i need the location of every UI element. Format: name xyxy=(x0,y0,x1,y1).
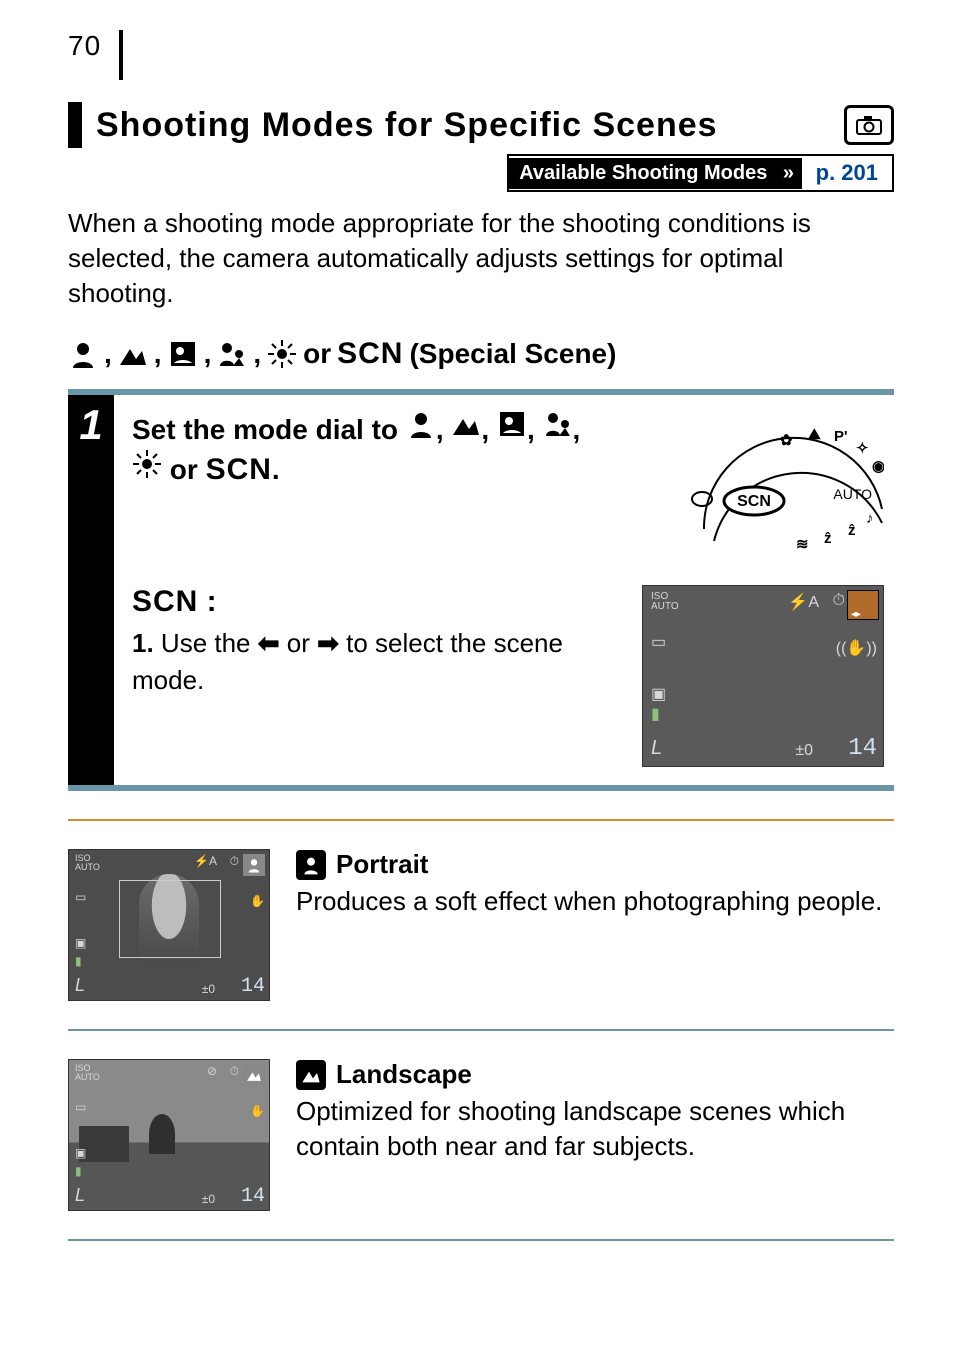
portrait-mode-badge-icon xyxy=(243,854,265,876)
drive-single-icon: ▭ xyxy=(75,1100,86,1114)
svg-text:ẑ: ẑ xyxy=(824,530,832,547)
shots-remaining: 14 xyxy=(241,975,265,998)
portrait-description-row: ISO AUTO ⚡A ⏱ ▭ ✋ ▣ ▮ L ±0 14 Portrait P… xyxy=(68,849,894,1001)
svg-text:♪: ♪ xyxy=(866,510,874,527)
portrait-name: Portrait xyxy=(336,849,428,880)
portrait-icon xyxy=(296,850,326,880)
svg-text:⛰: ⛰ xyxy=(807,426,821,443)
svg-text:✿: ✿ xyxy=(780,432,793,449)
kids-pets-icon xyxy=(543,409,573,439)
iso-auto-icon: ISO AUTO xyxy=(651,592,679,612)
page-number-block: 70 xyxy=(68,30,894,80)
available-modes-link[interactable]: Available Shooting Modes » p. 201 xyxy=(507,154,894,192)
scn-heading: SCN xyxy=(132,585,198,618)
night-snapshot-icon xyxy=(168,339,198,369)
image-size-L-icon: L xyxy=(651,737,662,760)
drive-single-icon: ▭ xyxy=(75,890,86,904)
svg-text:◉: ◉ xyxy=(872,458,884,475)
modes-heading-tail: (Special Scene) xyxy=(409,338,616,370)
battery-icon: ▮ xyxy=(75,1164,82,1178)
self-timer-icon: ⏱ xyxy=(230,854,239,869)
drive-single-icon: ▭ xyxy=(651,632,666,652)
exposure-comp-indicator: ±0 xyxy=(202,982,215,996)
exposure-comp-indicator: ±0 xyxy=(795,742,813,760)
available-modes-page-ref: p. 201 xyxy=(802,156,892,190)
portrait-icon xyxy=(68,339,98,369)
lcd-preview-figure: ISO AUTO ⚡A ⏱ ▭ ((✋)) ▣ ▮ L ±0 14 xyxy=(642,585,884,767)
flash-off-icon: ⊘ xyxy=(207,1064,217,1078)
iso-auto-icon: ISO AUTO xyxy=(75,854,100,872)
indoor-icon xyxy=(132,449,162,479)
substep-text: 1. Use the ⬅ or ➡ to select the scene mo… xyxy=(132,625,622,698)
portrait-thumbnail: ISO AUTO ⚡A ⏱ ▭ ✋ ▣ ▮ L ±0 14 xyxy=(68,849,270,1001)
mode-dial-figure: SCN AUTO ✿ ⛰ P' ✧ ◉ ≋ xyxy=(684,409,884,559)
self-timer-icon: ⏱ xyxy=(230,1064,239,1079)
metering-icon: ▣ xyxy=(75,936,86,950)
battery-icon: ▮ xyxy=(651,704,660,724)
portrait-icon xyxy=(406,409,436,439)
landscape-icon xyxy=(296,1060,326,1090)
still-camera-mode-icon xyxy=(844,105,894,145)
available-modes-label: Available Shooting Modes xyxy=(509,158,777,189)
is-icon: ✋ xyxy=(250,894,265,908)
flash-auto-icon: ⚡A xyxy=(788,592,819,612)
landscape-description-row: ISO AUTO ⊘ ⏱ ▭ ✋ ▣ ▮ L ±0 14 Landscape O… xyxy=(68,1059,894,1211)
svg-text:✧: ✧ xyxy=(856,440,869,457)
page: 70 Shooting Modes for Specific Scenes Av… xyxy=(0,0,954,1345)
landscape-name: Landscape xyxy=(336,1059,472,1090)
is-icon: ((✋)) xyxy=(836,638,877,658)
svg-text:AUTO: AUTO xyxy=(833,486,872,502)
right-arrow-icon: ➡ xyxy=(317,628,339,658)
chevron-right-icon: » xyxy=(777,158,801,189)
metering-icon: ▣ xyxy=(651,684,666,704)
flash-auto-icon: ⚡A xyxy=(194,854,217,868)
landscape-mode-badge-icon xyxy=(243,1064,265,1086)
scn-label: SCN xyxy=(337,337,403,371)
section-title-row: Shooting Modes for Specific Scenes xyxy=(68,102,894,148)
svg-text:SCN: SCN xyxy=(737,493,771,510)
landscape-thumbnail: ISO AUTO ⊘ ⏱ ▭ ✋ ▣ ▮ L ±0 14 xyxy=(68,1059,270,1211)
section-title: Shooting Modes for Specific Scenes xyxy=(96,106,830,145)
step-number: 1 xyxy=(68,395,114,785)
modes-heading: , , , , or SCN (Special Scene) xyxy=(68,337,894,371)
indoor-icon xyxy=(267,339,297,369)
step-title: Set the mode dial to , , , , or SCN. xyxy=(132,409,664,490)
modes-heading-or: or xyxy=(303,338,331,370)
iso-auto-icon: ISO AUTO xyxy=(75,1064,100,1082)
kids-pets-icon xyxy=(217,339,247,369)
intro-paragraph: When a shooting mode appropriate for the… xyxy=(68,206,894,311)
landscape-icon xyxy=(451,409,481,439)
night-snapshot-icon xyxy=(497,409,527,439)
self-timer-icon: ⏱ xyxy=(833,592,845,610)
divider xyxy=(68,1029,894,1031)
image-size-L-icon: L xyxy=(75,1185,85,1206)
divider xyxy=(68,1239,894,1241)
portrait-body: Produces a soft effect when photographin… xyxy=(296,884,894,919)
title-accent-bar xyxy=(68,102,82,148)
svg-text:≋: ≋ xyxy=(796,536,809,553)
step-1-frame: 1 Set the mode dial to , , , , or SCN. xyxy=(68,389,894,791)
svg-text:ẑ: ẑ xyxy=(848,522,856,539)
landscape-body: Optimized for shooting landscape scenes … xyxy=(296,1094,894,1164)
metering-icon: ▣ xyxy=(75,1146,86,1160)
image-size-L-icon: L xyxy=(75,975,85,996)
svg-text:P': P' xyxy=(834,428,848,445)
battery-icon: ▮ xyxy=(75,954,82,968)
is-icon: ✋ xyxy=(250,1104,265,1118)
scene-mode-highlight-icon xyxy=(847,590,879,620)
header-divider xyxy=(119,30,123,80)
available-modes-row: Available Shooting Modes » p. 201 xyxy=(68,154,894,192)
page-number: 70 xyxy=(68,30,101,62)
shots-remaining: 14 xyxy=(848,735,877,762)
left-arrow-icon: ⬅ xyxy=(258,628,280,658)
exposure-comp-indicator: ±0 xyxy=(202,1192,215,1206)
landscape-icon xyxy=(118,339,148,369)
divider xyxy=(68,819,894,821)
shots-remaining: 14 xyxy=(241,1185,265,1208)
